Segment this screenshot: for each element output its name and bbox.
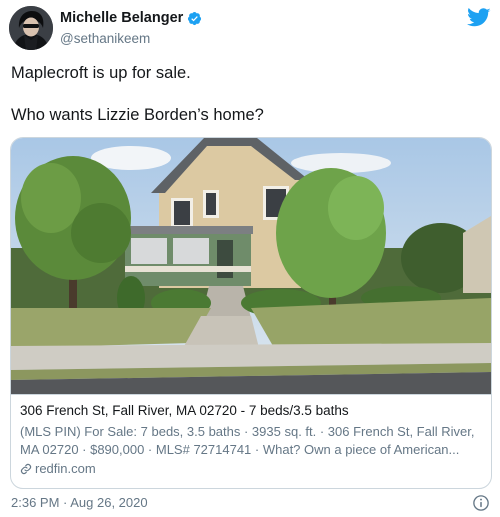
tweet-line-2: Who wants Lizzie Borden’s home? — [11, 106, 264, 124]
card-domain-label[interactable]: redfin.com — [35, 461, 96, 476]
house-photo[interactable] — [11, 138, 491, 394]
info-icon[interactable] — [472, 494, 490, 512]
card-title[interactable]: 306 French St, Fall River, MA 02720 - 7 … — [20, 403, 482, 418]
avatar[interactable] — [9, 6, 53, 50]
card-description: (MLS PIN) For Sale: 7 beds, 3.5 baths · … — [20, 423, 482, 458]
tweet: Michelle Belanger @sethanikeem Maplecrof… — [0, 0, 500, 517]
link-card[interactable]: 306 French St, Fall River, MA 02720 - 7 … — [10, 137, 492, 489]
card-domain[interactable]: redfin.com — [20, 461, 96, 476]
author-name-row[interactable]: Michelle Belanger — [60, 10, 202, 26]
tweet-line-1: Maplecroft is up for sale. — [11, 64, 191, 82]
verified-badge-icon — [188, 11, 202, 25]
card-description-line: (MLS PIN) For Sale: 7 beds, 3.5 baths · … — [20, 424, 475, 439]
author-name[interactable]: Michelle Belanger — [60, 10, 183, 26]
card-description-line: MA 02720 · $890,000 · MLS# 72714741 · Wh… — [20, 441, 460, 457]
tweet-text: Maplecroft is up for sale. Who wants Liz… — [11, 63, 481, 126]
author-handle[interactable]: @sethanikeem — [60, 31, 150, 46]
twitter-bird-icon[interactable] — [467, 8, 491, 28]
tweet-timestamp[interactable]: 2:36 PM · Aug 26, 2020 — [11, 495, 148, 510]
card-meta[interactable]: 306 French St, Fall River, MA 02720 - 7 … — [11, 394, 491, 488]
link-icon — [20, 463, 32, 474]
